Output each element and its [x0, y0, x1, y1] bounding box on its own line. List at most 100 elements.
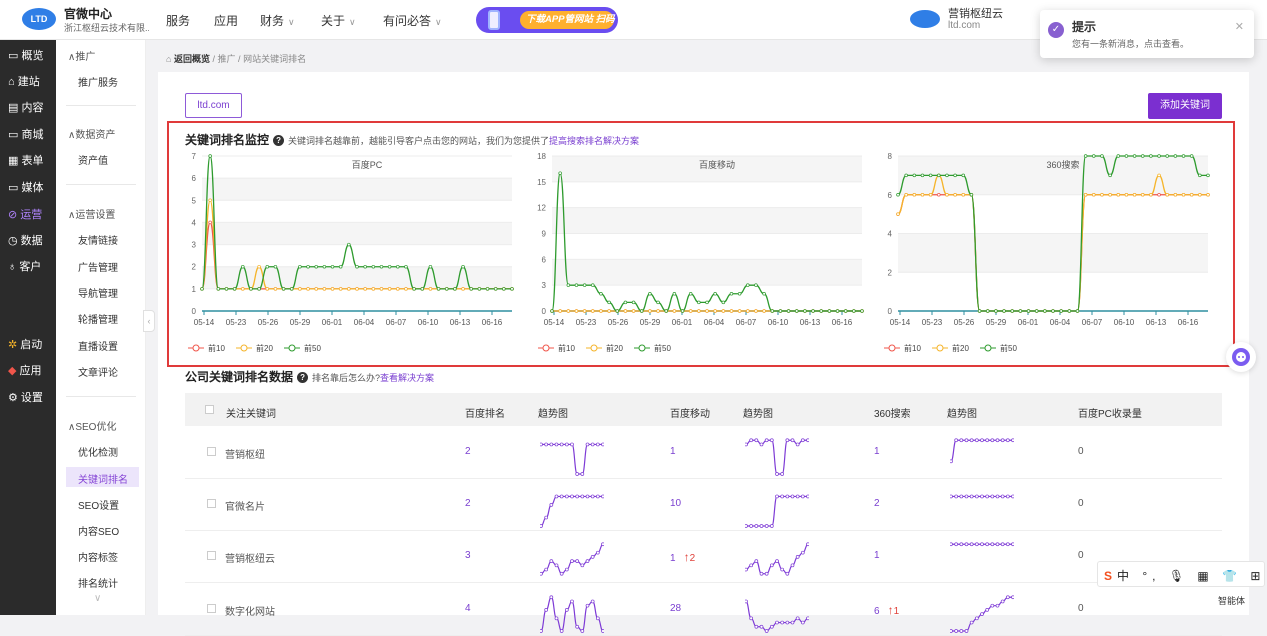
- sidebar-item-shop[interactable]: ▭ 商城: [8, 126, 43, 142]
- data-point: [591, 309, 595, 313]
- data-point: [493, 287, 498, 291]
- data-point: [566, 283, 571, 287]
- breadcrumb-back[interactable]: 返回概览: [174, 54, 210, 64]
- data-point: [762, 292, 766, 296]
- row-checkbox[interactable]: [207, 447, 216, 456]
- row-checkbox[interactable]: [207, 604, 216, 613]
- x-tick-label: 05-14: [194, 318, 215, 327]
- data-point: [404, 287, 408, 291]
- download-app-banner[interactable]: 下载APP管网站 扫码: [476, 7, 618, 33]
- data-point: [912, 173, 917, 178]
- data-point: [249, 287, 253, 291]
- submenu-item-asset-value[interactable]: 资产值: [78, 152, 108, 167]
- nav-item-finance[interactable]: 财务 ∨: [260, 12, 295, 29]
- x-tick-label: 05-23: [576, 318, 597, 327]
- index-count-cell: 0: [1078, 603, 1084, 614]
- submenu-header-seo[interactable]: ∧SEO优化: [68, 418, 116, 433]
- add-keyword-button[interactable]: 添加关键词: [1148, 93, 1222, 119]
- submenu-header-assets[interactable]: ∧数据资产: [68, 126, 115, 141]
- index-count-cell: 0: [1078, 550, 1084, 561]
- chart-baidu-mobile: 0 3 6 9 12 15 18 05-14 05-23 05-26 05-29 06-01 06-04…: [537, 152, 864, 353]
- data-point: [729, 292, 734, 296]
- data-point: [1018, 309, 1023, 313]
- submenu-header-promote[interactable]: ∧推广: [68, 48, 95, 63]
- nav-item-apps[interactable]: 应用: [214, 12, 238, 29]
- collapse-sidebar-button[interactable]: ‹: [143, 310, 155, 332]
- nav-item-service[interactable]: 服务: [166, 12, 190, 29]
- baidu-rank-cell[interactable]: 4: [465, 603, 471, 614]
- site-selector-button[interactable]: ltd.com: [185, 93, 242, 118]
- sidebar-item-content[interactable]: ▤ 内容: [8, 99, 43, 115]
- data-point: [737, 309, 742, 313]
- agent-label[interactable]: 智能体: [1218, 594, 1245, 607]
- data-point: [1140, 192, 1145, 197]
- sidebar-item-media[interactable]: ▭ 媒体: [8, 179, 43, 195]
- toast-message[interactable]: 您有一条新消息，点击查看。: [1072, 37, 1189, 50]
- view-solution-link[interactable]: 查看解决方案: [380, 373, 434, 383]
- data-point: [737, 292, 742, 296]
- submenu-item-ads[interactable]: 广告管理: [78, 259, 118, 274]
- 360-rank-cell[interactable]: 2: [874, 498, 880, 509]
- baidu-rank-cell[interactable]: 2: [465, 498, 471, 509]
- sidebar-item-data[interactable]: ◷ 数据: [8, 232, 43, 248]
- sidebar-item-operation[interactable]: ⊘ 运营: [8, 206, 42, 222]
- data-point: [208, 154, 212, 158]
- submenu-item-live[interactable]: 直播设置: [78, 338, 118, 353]
- trend-sparkline: [950, 438, 1014, 464]
- data-point: [273, 287, 278, 291]
- data-point: [599, 292, 603, 296]
- support-headset-icon[interactable]: [1226, 342, 1256, 372]
- 360-rank-cell[interactable]: 1: [874, 550, 880, 561]
- sidebar-item-overview[interactable]: ▭ 概览: [8, 47, 43, 63]
- submenu-header-ops[interactable]: ∧运营设置: [68, 206, 115, 221]
- select-all-checkbox[interactable]: [205, 405, 214, 414]
- breadcrumb-level1[interactable]: 推广: [218, 54, 236, 64]
- sidebar-item-settings[interactable]: ⚙ 设置: [8, 389, 43, 405]
- submenu-item-content-tags[interactable]: 内容标签: [78, 549, 118, 564]
- nav-item-about[interactable]: 关于 ∨: [321, 12, 356, 29]
- submenu-item-friend-links[interactable]: 友情链接: [78, 232, 118, 247]
- user-name[interactable]: 营销枢纽云: [948, 5, 1003, 21]
- submenu-item-promote-service[interactable]: 推广服务: [78, 74, 118, 89]
- 360-rank-cell[interactable]: 1: [874, 446, 880, 457]
- mobile-rank-cell[interactable]: 28: [670, 603, 681, 614]
- submenu-item-seo-check[interactable]: 优化检测: [78, 444, 118, 459]
- x-tick-label: 06-10: [1114, 318, 1135, 327]
- baidu-rank-cell[interactable]: 3: [465, 550, 471, 561]
- data-point: [1173, 192, 1178, 197]
- sidebar-item-build[interactable]: ⌂ 建站: [8, 73, 40, 89]
- data-point: [396, 287, 400, 291]
- submenu-item-rank-stats[interactable]: 排名统计: [78, 575, 118, 590]
- submenu-item-navigation[interactable]: 导航管理: [78, 285, 118, 300]
- submenu-item-keyword-rank[interactable]: 关键词排名: [66, 467, 139, 487]
- submenu-item-comments[interactable]: 文章评论: [78, 364, 118, 379]
- mobile-rank-cell[interactable]: 10: [670, 498, 681, 509]
- help-icon[interactable]: ?: [297, 372, 309, 383]
- nav-item-qa[interactable]: 有问必答 ∨: [383, 12, 442, 29]
- notification-toast[interactable]: ✓ 提示 您有一条新消息，点击查看。 ✕: [1040, 10, 1254, 58]
- close-icon[interactable]: ✕: [1235, 20, 1244, 33]
- sidebar-item-form[interactable]: ▦ 表单: [8, 152, 43, 168]
- download-app-label: 下载APP管网站 扫码: [520, 11, 615, 29]
- mobile-rank-cell[interactable]: 1 ↑2: [670, 550, 695, 564]
- row-checkbox[interactable]: [207, 499, 216, 508]
- submenu-item-seo-settings[interactable]: SEO设置: [78, 497, 119, 512]
- x-tick-label: 06-07: [386, 318, 407, 327]
- chevron-down-icon[interactable]: ∨: [94, 593, 101, 604]
- app-logo[interactable]: LTD: [22, 8, 56, 30]
- mobile-rank-cell[interactable]: 1: [670, 446, 676, 457]
- submenu-item-carousel[interactable]: 轮播管理: [78, 311, 118, 326]
- user-avatar[interactable]: [910, 10, 940, 28]
- search-rank-solution-link[interactable]: 提高搜索排名解决方案: [549, 136, 639, 146]
- baidu-rank-cell[interactable]: 2: [465, 446, 471, 457]
- keyword-cell: 数字化网站: [225, 607, 275, 618]
- sidebar-item-customer[interactable]: ♁ 客户: [8, 258, 41, 274]
- help-icon[interactable]: ?: [273, 135, 285, 146]
- row-checkbox[interactable]: [207, 551, 216, 560]
- submenu-item-content-seo[interactable]: 内容SEO: [78, 523, 119, 538]
- data-point: [322, 287, 327, 291]
- ime-toolbar[interactable]: S中 °, 🎙 ▦ 👕 ⊞: [1097, 561, 1265, 587]
- sidebar-item-launch[interactable]: ✲ 启动: [8, 336, 42, 352]
- data-point: [920, 192, 925, 197]
- sidebar-item-apps[interactable]: ◆ 应用: [8, 362, 42, 378]
